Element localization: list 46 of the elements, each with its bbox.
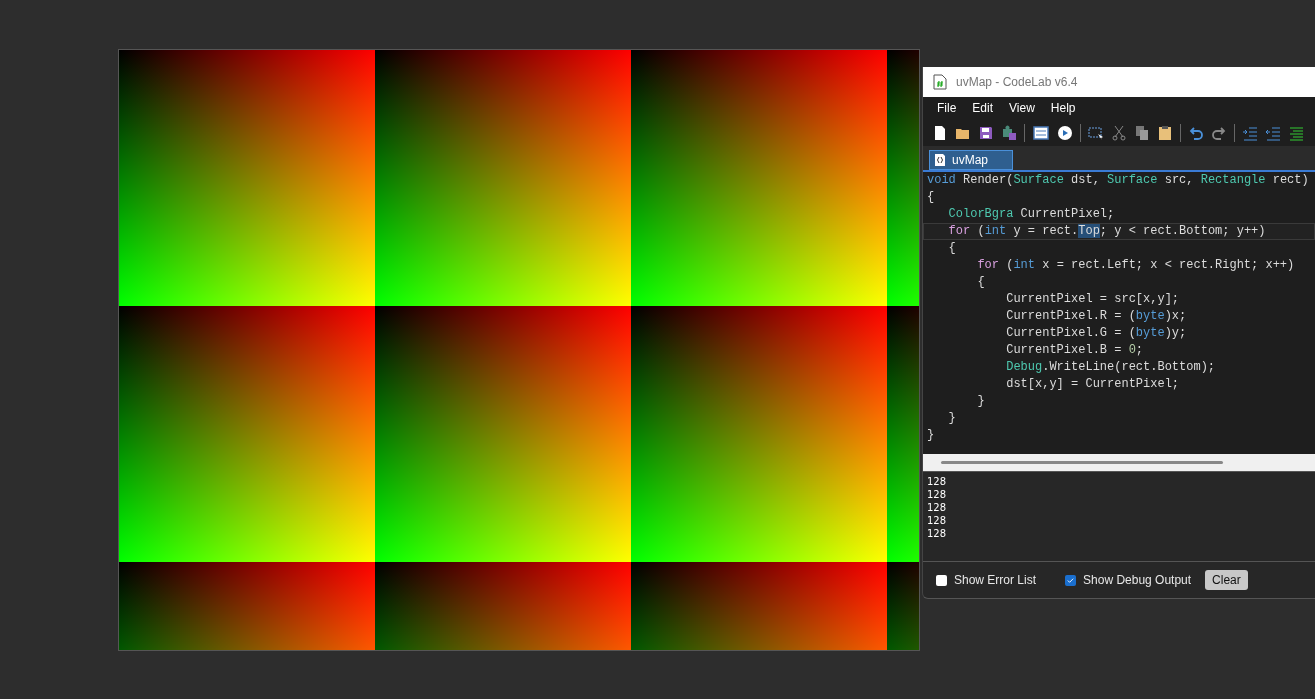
- debug-output-line: 128: [927, 488, 948, 501]
- menu-item[interactable]: View: [1001, 101, 1043, 115]
- settings-panel-icon[interactable]: [1032, 124, 1050, 141]
- code-line: {: [976, 274, 986, 291]
- code-line: }: [926, 427, 936, 444]
- redo-icon[interactable]: [1211, 124, 1227, 141]
- code-line: }: [947, 410, 957, 427]
- select-icon[interactable]: [1088, 124, 1104, 141]
- code-line: CurrentPixel.G = (byte)y;: [1005, 325, 1188, 342]
- menu-item[interactable]: Edit: [964, 101, 1002, 115]
- align-lines-icon[interactable]: [1288, 124, 1304, 141]
- menu-item[interactable]: Help: [1042, 101, 1084, 115]
- csharp-file-icon: [932, 74, 948, 90]
- clipboard-icon[interactable]: [1157, 124, 1173, 141]
- debug-output-line: 128: [927, 514, 948, 527]
- code-line: Debug.WriteLine(rect.Bottom);: [1005, 359, 1217, 376]
- puzzle-save-icon[interactable]: [1001, 124, 1017, 141]
- code-file-icon: [934, 153, 946, 167]
- code-line: }: [976, 393, 986, 410]
- menu-item[interactable]: File: [929, 101, 965, 115]
- checkbox-label: Show Debug Output: [1083, 573, 1192, 587]
- editor-tab[interactable]: uvMap: [929, 150, 1014, 170]
- window-title: uvMap - CodeLab v6.4: [956, 75, 1078, 89]
- code-line: void Render(Surface dst, Surface src, Rectangle rect): [926, 172, 1310, 189]
- save-icon[interactable]: [978, 124, 994, 141]
- debug-output-line: 128: [927, 527, 948, 540]
- scrollbar-thumb[interactable]: [941, 461, 1223, 464]
- copy-icon[interactable]: [1134, 124, 1150, 141]
- new-file-icon[interactable]: [932, 124, 948, 141]
- code-line: {: [947, 240, 957, 257]
- code-line: CurrentPixel.R = (byte)x;: [1005, 308, 1188, 325]
- checkbox[interactable]: [936, 574, 947, 586]
- code-line: CurrentPixel.B = 0;: [1005, 342, 1145, 359]
- code-line: CurrentPixel = src[x,y];: [1005, 291, 1181, 308]
- checkbox[interactable]: [1065, 574, 1077, 586]
- scissors-icon[interactable]: [1111, 124, 1127, 141]
- undo-icon[interactable]: [1188, 124, 1204, 141]
- play-icon[interactable]: [1057, 124, 1073, 141]
- code-line: {: [926, 189, 936, 206]
- checkbox-label: Show Error List: [954, 573, 1037, 587]
- code-line: ColorBgra CurrentPixel;: [947, 206, 1116, 223]
- code-line: for (int x = rect.Left; x < rect.Right; x++): [976, 257, 1296, 274]
- code-line: dst[x,y] = CurrentPixel;: [1005, 376, 1181, 393]
- clear-button[interactable]: Clear: [1205, 570, 1248, 590]
- debug-output-line: 128: [927, 475, 948, 488]
- debug-output-line: 128: [927, 501, 948, 514]
